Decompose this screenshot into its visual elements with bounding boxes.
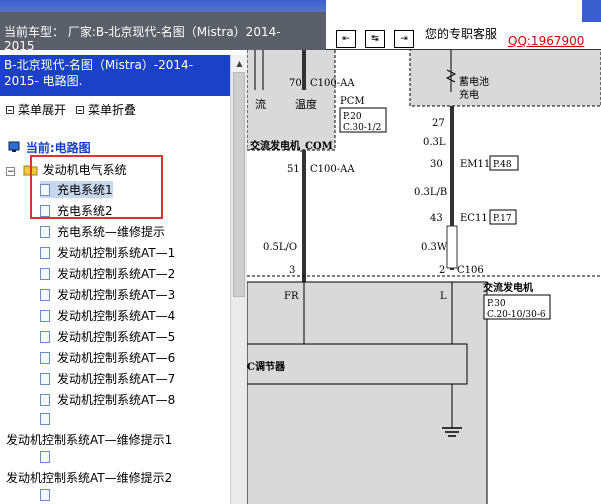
wiring-diagram: 流 温度 70 C100-AA PCM P.20 C.30-1/2 交流发电机_…	[247, 50, 601, 504]
tree-item-label: 发动机控制系统AT—6	[57, 351, 176, 365]
tree-item-label: 发动机控制系统AT—4	[57, 309, 176, 323]
last-page-icon: ⇥	[400, 34, 408, 44]
label-c20: C.20-10/30-6	[487, 310, 546, 320]
first-page-button[interactable]: ⇤	[336, 30, 356, 48]
label-pin27: 27	[432, 118, 445, 129]
qq-link[interactable]: QQ:1967900	[508, 34, 584, 48]
label-pin70: 70	[289, 78, 302, 89]
label-pin3: 3	[289, 265, 295, 276]
tree-item-ecu-at-5[interactable]: 发动机控制系统AT—5	[40, 328, 175, 345]
tree-item-blank-2[interactable]	[40, 450, 57, 464]
label-p30: P.30	[487, 299, 506, 309]
tree-item-label: 发动机控制系统AT—7	[57, 372, 176, 386]
document-icon	[40, 226, 50, 238]
label-l: L	[440, 291, 447, 302]
label-p20: P.20	[343, 112, 362, 122]
label-liu: 流	[255, 97, 266, 111]
tree-item-label: 充电系统—维修提示	[57, 225, 166, 239]
sidebar-title: B-北京现代-名图（Mistra）-2014-2015- 电路图.	[0, 55, 230, 96]
document-icon	[40, 352, 50, 364]
document-icon	[40, 310, 50, 322]
label-c100aa-top: C100-AA	[310, 78, 355, 89]
collapse-toggle-icon[interactable]: −	[6, 167, 15, 177]
document-icon	[40, 247, 50, 259]
tree-item-ecu-at-1[interactable]: 发动机控制系统AT—1	[40, 244, 175, 261]
document-icon	[40, 489, 50, 501]
tree-item-ecu-tips-1[interactable]: 发动机控制系统AT—维修提示1	[6, 431, 172, 448]
tree-item-ecu-at-6[interactable]: 发动机控制系统AT—6	[40, 349, 175, 366]
tree-item-label: 发动机控制系统AT—1	[57, 246, 176, 260]
label-battery-2: 充电	[459, 88, 479, 101]
label-pin51: 51	[287, 164, 300, 175]
document-icon	[40, 451, 50, 463]
label-c106: C106	[457, 265, 484, 276]
tree-item-label: 发动机控制系统AT—维修提示2	[6, 471, 173, 485]
label-c30: C.30-1/2	[343, 123, 381, 133]
tree-item-blank-3[interactable]	[40, 488, 57, 502]
document-icon	[40, 373, 50, 385]
label-p48: P.48	[493, 160, 512, 170]
scroll-thumb[interactable]	[233, 72, 245, 297]
label-battery-1: 蓄电池	[459, 75, 489, 88]
label-pin2: 2	[439, 265, 445, 276]
label-pin43: 43	[430, 213, 443, 224]
tree-item-label: 发动机控制系统AT—5	[57, 330, 176, 344]
label-w03l: 0.3L	[423, 137, 446, 148]
label-w03w: 0.3W	[421, 242, 448, 253]
label-ec11: EC11	[460, 213, 488, 224]
label-alt-com: 交流发电机_COM	[250, 139, 333, 152]
menu-collapse-button[interactable]: 菜单折叠	[88, 101, 136, 118]
sidebar-scrollbar[interactable]: ▲	[230, 55, 247, 504]
label-pin30: 30	[430, 159, 443, 170]
wiring-diagram-canvas: 流 温度 70 C100-AA PCM P.20 C.30-1/2 交流发电机_…	[247, 50, 601, 504]
tree-item-label: 发动机控制系统AT—2	[57, 267, 176, 281]
label-c100aa-mid: C100-AA	[310, 164, 355, 175]
tree-current[interactable]: 当前:电路图	[8, 139, 91, 156]
tree-item-charging-tips[interactable]: 充电系统—维修提示	[40, 223, 165, 240]
tree-item-label: 发动机控制系统AT—8	[57, 393, 176, 407]
document-icon	[40, 394, 50, 406]
corner-decoration	[582, 0, 601, 22]
tree-item-ecu-at-3[interactable]: 发动机控制系统AT—3	[40, 286, 175, 303]
fit-page-icon: ↹	[371, 34, 379, 44]
collapse-icon	[76, 105, 85, 114]
tree-current-label: 当前:电路图	[25, 141, 91, 155]
sidebar: B-北京现代-名图（Mistra）-2014-2015- 电路图. 菜单展开 菜…	[0, 55, 247, 504]
label-w03lb: 0.3L/B	[414, 187, 447, 198]
tree-item-ecu-at-7[interactable]: 发动机控制系统AT—7	[40, 370, 175, 387]
label-p17: P.17	[493, 214, 512, 224]
last-page-button[interactable]: ⇥	[394, 30, 414, 48]
fit-page-button[interactable]: ↹	[365, 30, 385, 48]
top-bar: 当前车型： 厂家:B-北京现代-名图（Mistra）2014-2015 ⇤ ↹ …	[0, 0, 601, 53]
car-model-title: 当前车型： 厂家:B-北京现代-名图（Mistra）2014-2015	[4, 25, 281, 53]
label-pcm: PCM	[340, 96, 365, 107]
scroll-up-arrow-icon[interactable]: ▲	[231, 55, 247, 72]
tree-item-label: 发动机控制系统AT—维修提示1	[6, 433, 173, 447]
label-regulator: C调节器	[247, 360, 286, 373]
expand-icon	[6, 105, 14, 114]
tree-item-ecu-tips-2[interactable]: 发动机控制系统AT—维修提示2	[6, 469, 172, 486]
alternator-box	[247, 281, 488, 504]
tree-item-blank-1[interactable]	[40, 412, 57, 426]
label-em11: EM11	[460, 159, 490, 170]
computer-icon	[8, 141, 20, 152]
label-wendu: 温度	[295, 97, 317, 111]
highlight-annotation	[30, 155, 163, 219]
tree-item-ecu-at-4[interactable]: 发动机控制系统AT—4	[40, 307, 175, 324]
tree-item-ecu-at-2[interactable]: 发动机控制系统AT—2	[40, 265, 175, 282]
tree-item-ecu-at-8[interactable]: 发动机控制系统AT—8	[40, 391, 175, 408]
menu-controls: 菜单展开 菜单折叠	[6, 101, 136, 118]
service-label: 您的专职客服	[425, 27, 498, 41]
document-icon	[40, 289, 50, 301]
label-w05lo: 0.5L/O	[263, 242, 297, 253]
document-icon	[40, 413, 50, 425]
label-fr: FR	[284, 291, 299, 302]
menu-expand-button[interactable]: 菜单展开	[18, 101, 66, 118]
tree-item-label: 发动机控制系统AT—3	[57, 288, 176, 302]
first-page-icon: ⇤	[342, 34, 350, 44]
document-icon	[40, 268, 50, 280]
document-icon	[40, 331, 50, 343]
label-alternator: 交流发电机	[483, 281, 533, 294]
top-bar-blue-strip	[0, 0, 326, 12]
